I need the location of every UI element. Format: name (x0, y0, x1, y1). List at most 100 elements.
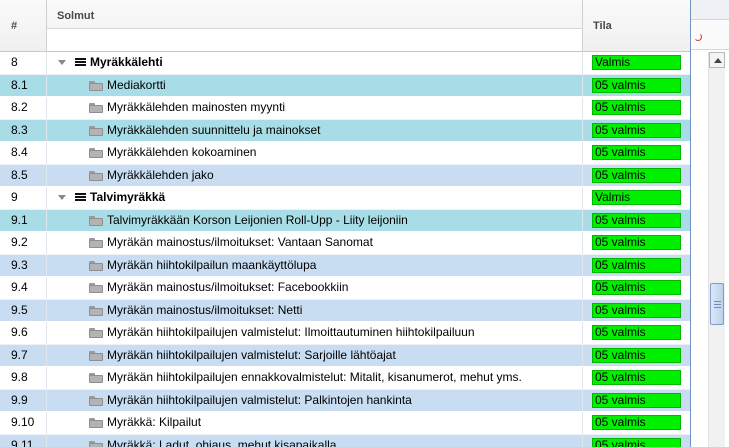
node-cell[interactable]: Myräkkä: Kilpailut (47, 412, 583, 434)
status-badge: 05 valmis (592, 77, 681, 93)
row-number: 8.5 (0, 164, 47, 186)
scroll-up-button[interactable] (709, 52, 725, 68)
node-cell[interactable]: Myräkkälehden jako (47, 164, 583, 186)
folder-icon (89, 395, 103, 406)
child-node-label: Mediakortti (107, 77, 166, 92)
column-header-nodes-label: Solmut (57, 10, 95, 22)
row-number: 9.10 (0, 412, 47, 434)
row-number: 8.1 (0, 74, 47, 96)
grid-header: # Solmut Tila (0, 0, 690, 52)
table-row[interactable]: 9.4 Myräkän mainostus/ilmoitukset: Facebo… (0, 277, 690, 300)
row-number: 9 (0, 187, 47, 209)
child-node-label: Myräkkälehden kokoaminen (107, 145, 257, 159)
status-badge: 05 valmis (592, 280, 681, 295)
child-node-label: Myräkän hiihtokilpailun maankäyttölupa (107, 257, 317, 272)
child-node-label: Myräkän mainostus/ilmoitukset: Vantaan S… (107, 235, 373, 249)
list-icon (75, 193, 86, 202)
table-row[interactable]: 9.8 Myräkän hiihtokilpailujen ennakkovalm… (0, 367, 690, 390)
status-badge: 05 valmis (592, 437, 681, 447)
grid-body: 8 Myräkkälehti Valmis 8.1 Mediakortti 05 valm… (0, 52, 690, 447)
table-row[interactable]: 9 Talvimyräkkä Valmis (0, 187, 690, 210)
table-row[interactable]: 8.1 Mediakortti 05 valmis (0, 74, 690, 97)
expand-triangle-icon[interactable] (58, 60, 66, 65)
parent-node-label: Talvimyräkkä (90, 190, 166, 204)
node-cell[interactable]: Talvimyräkkään Korson Leijonien Roll-Upp… (47, 209, 583, 231)
row-number: 8 (0, 52, 47, 74)
parent-node-label: Myräkkälehti (90, 55, 163, 69)
folder-icon (89, 215, 103, 226)
node-cell[interactable]: Myräkkälehden kokoaminen (47, 142, 583, 164)
table-row[interactable]: 9.5 Myräkän mainostus/ilmoitukset: Netti 0… (0, 299, 690, 322)
child-node-label: Myräkän mainostus/ilmoitukset: Netti (107, 302, 303, 317)
status-badge: 05 valmis (592, 167, 681, 183)
child-node-label: Talvimyräkkään Korson Leijonien Roll-Upp… (107, 212, 408, 227)
table-row[interactable]: 8.4 Myräkkälehden kokoaminen 05 valmis (0, 142, 690, 165)
row-number: 9.4 (0, 277, 47, 299)
child-node-label: Myräkän mainostus/ilmoitukset: Facebookk… (107, 280, 349, 294)
folder-icon (89, 170, 103, 181)
row-number: 9.3 (0, 254, 47, 276)
row-number: 9.11 (0, 434, 47, 447)
node-cell[interactable]: Myräkkälehden suunnittelu ja mainokset (47, 119, 583, 141)
node-cell[interactable]: Myräkän hiihtokilpailujen valmistelut: S… (47, 344, 583, 366)
node-cell[interactable]: Talvimyräkkä (47, 187, 583, 209)
child-node-label: Myräkkälehden suunnittelu ja mainokset (107, 122, 321, 137)
status-badge: 05 valmis (592, 100, 681, 115)
table-row[interactable]: 9.9 Myräkän hiihtokilpailujen valmistelut… (0, 389, 690, 412)
table-row[interactable]: 9.11 Myräkkä: Ladut, ohjaus, mehut kisapa… (0, 434, 690, 447)
table-row[interactable]: 9.7 Myräkän hiihtokilpailujen valmistelut… (0, 344, 690, 367)
child-node-label: Myräkän hiihtokilpailujen ennakkovalmist… (107, 370, 522, 384)
state-cell: 05 valmis (583, 232, 690, 254)
right-panel (691, 0, 729, 447)
node-cell[interactable]: Myräkän mainostus/ilmoitukset: Netti (47, 299, 583, 321)
state-cell: 05 valmis (583, 97, 690, 119)
column-header-state-label: Tila (593, 20, 612, 32)
table-row[interactable]: 8 Myräkkälehti Valmis (0, 52, 690, 75)
table-row[interactable]: 8.3 Myräkkälehden suunnittelu ja mainokse… (0, 119, 690, 142)
status-badge: 05 valmis (592, 145, 681, 160)
nodes-filter-input[interactable] (47, 28, 582, 51)
folder-icon (89, 148, 103, 158)
folder-icon (89, 283, 103, 293)
state-cell: 05 valmis (583, 367, 690, 389)
node-cell[interactable]: Myräkän hiihtokilpailujen ennakkovalmist… (47, 367, 583, 389)
vertical-scrollbar[interactable] (708, 52, 725, 447)
refresh-icon[interactable] (694, 33, 702, 41)
column-header-number[interactable]: # (0, 0, 47, 52)
state-cell: 05 valmis (583, 277, 690, 299)
node-cell[interactable]: Mediakortti (47, 74, 583, 96)
table-row[interactable]: 9.3 Myräkän hiihtokilpailun maankäyttölup… (0, 254, 690, 277)
node-cell[interactable]: Myräkkälehden mainosten myynti (47, 97, 583, 119)
child-node-label: Myräkkä: Ladut, ohjaus, mehut kisapaikal… (107, 437, 337, 447)
folder-icon (89, 125, 103, 136)
state-cell: 05 valmis (583, 255, 690, 277)
node-cell[interactable]: Myräkän mainostus/ilmoitukset: Facebookk… (47, 277, 583, 299)
table-row[interactable]: 9.10 Myräkkä: Kilpailut 05 valmis (0, 412, 690, 435)
node-cell[interactable]: Myräkän hiihtokilpailujen valmistelut: P… (47, 389, 583, 411)
right-panel-header (691, 0, 729, 20)
status-badge: 05 valmis (592, 347, 681, 363)
table-row[interactable]: 8.2 Myräkkälehden mainosten myynti 05 valm… (0, 97, 690, 120)
child-node-label: Myräkkä: Kilpailut (107, 415, 202, 429)
table-row[interactable]: 9.1 Talvimyräkkään Korson Leijonien Roll-… (0, 209, 690, 232)
node-cell[interactable]: Myräkän mainostus/ilmoitukset: Vantaan S… (47, 232, 583, 254)
node-cell[interactable]: Myräkän hiihtokilpailun maankäyttölupa (47, 254, 583, 276)
node-cell[interactable]: Myräkän hiihtokilpailujen valmistelut: I… (47, 322, 583, 344)
scrollbar-thumb[interactable] (710, 283, 724, 325)
table-row[interactable]: 9.2 Myräkän mainostus/ilmoitukset: Vantaa… (0, 232, 690, 255)
column-header-nodes[interactable]: Solmut (47, 0, 583, 52)
row-number: 8.2 (0, 97, 47, 119)
state-cell: 05 valmis (583, 345, 690, 367)
folder-icon (89, 80, 103, 91)
row-number: 8.4 (0, 142, 47, 164)
child-node-label: Myräkän hiihtokilpailujen valmistelut: S… (107, 347, 396, 362)
expand-triangle-icon[interactable] (58, 195, 66, 200)
folder-icon (89, 373, 103, 383)
node-cell[interactable]: Myräkkä: Ladut, ohjaus, mehut kisapaikal… (47, 434, 583, 447)
column-header-state[interactable]: Tila (583, 0, 690, 52)
node-cell[interactable]: Myräkkälehti (47, 52, 583, 74)
state-cell: 05 valmis (583, 120, 690, 142)
row-number: 9.8 (0, 367, 47, 389)
table-row[interactable]: 8.5 Myräkkälehden jako 05 valmis (0, 164, 690, 187)
table-row[interactable]: 9.6 Myräkän hiihtokilpailujen valmistelut… (0, 322, 690, 345)
